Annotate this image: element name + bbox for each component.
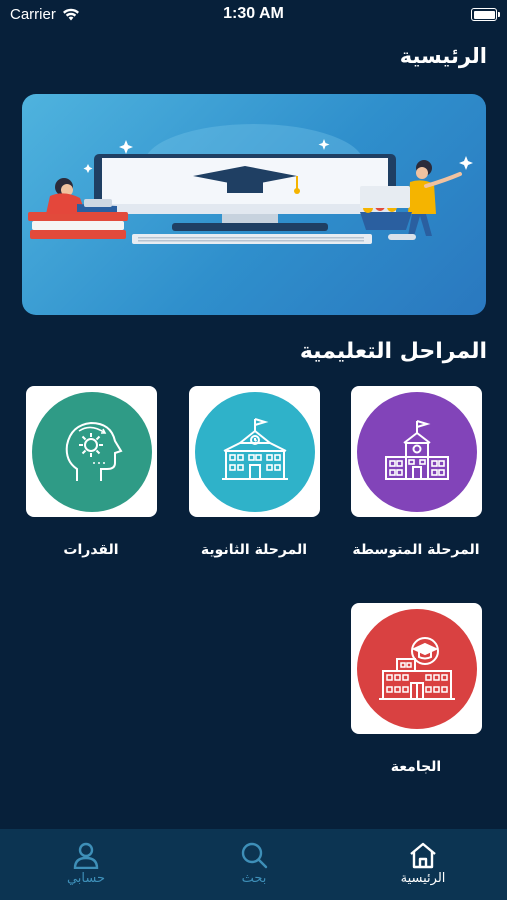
hero-banner: [22, 94, 486, 315]
head-gear-icon: [65, 421, 122, 481]
stage-label: الجامعة: [390, 759, 442, 775]
tab-search[interactable]: بحث: [199, 841, 309, 886]
stage-label: المرحلة المتوسطة: [352, 542, 480, 558]
stage-card-university[interactable]: [351, 603, 482, 734]
status-bar: Carrier 1:30 AM: [0, 0, 507, 30]
tab-label: الرئيسية: [400, 871, 446, 886]
university-building-icon: [378, 636, 455, 700]
school-clock-building-icon: [221, 417, 288, 480]
stage-card-secondary-school[interactable]: [189, 386, 320, 517]
stage-circle: [31, 391, 152, 512]
home-icon: [410, 842, 436, 869]
battery-icon: [471, 8, 500, 21]
tab-label: بحث: [241, 871, 267, 886]
tab-label: حسابي: [66, 871, 106, 886]
tab-home[interactable]: الرئيسية: [368, 841, 478, 886]
stage-label: القدرات: [63, 542, 119, 558]
page-title: الرئيسية: [399, 44, 487, 68]
stage-label: المرحلة الثانوية: [200, 542, 308, 558]
stage-circle: [194, 391, 315, 512]
user-icon: [73, 842, 99, 869]
stage-card-middle-school[interactable]: [351, 386, 482, 517]
education-illustration: [28, 124, 473, 244]
tab-bar: الرئيسية بحث حسابي: [0, 829, 507, 900]
search-icon: [241, 842, 268, 869]
stage-circle: [356, 608, 477, 729]
tab-account[interactable]: حسابي: [31, 841, 141, 886]
stage-circle: [356, 391, 477, 512]
stage-card-abilities[interactable]: [26, 386, 157, 517]
status-time: 1:30 AM: [223, 5, 284, 22]
school-building-icon: [384, 419, 449, 480]
section-title: المراحل التعليمية: [299, 339, 487, 364]
